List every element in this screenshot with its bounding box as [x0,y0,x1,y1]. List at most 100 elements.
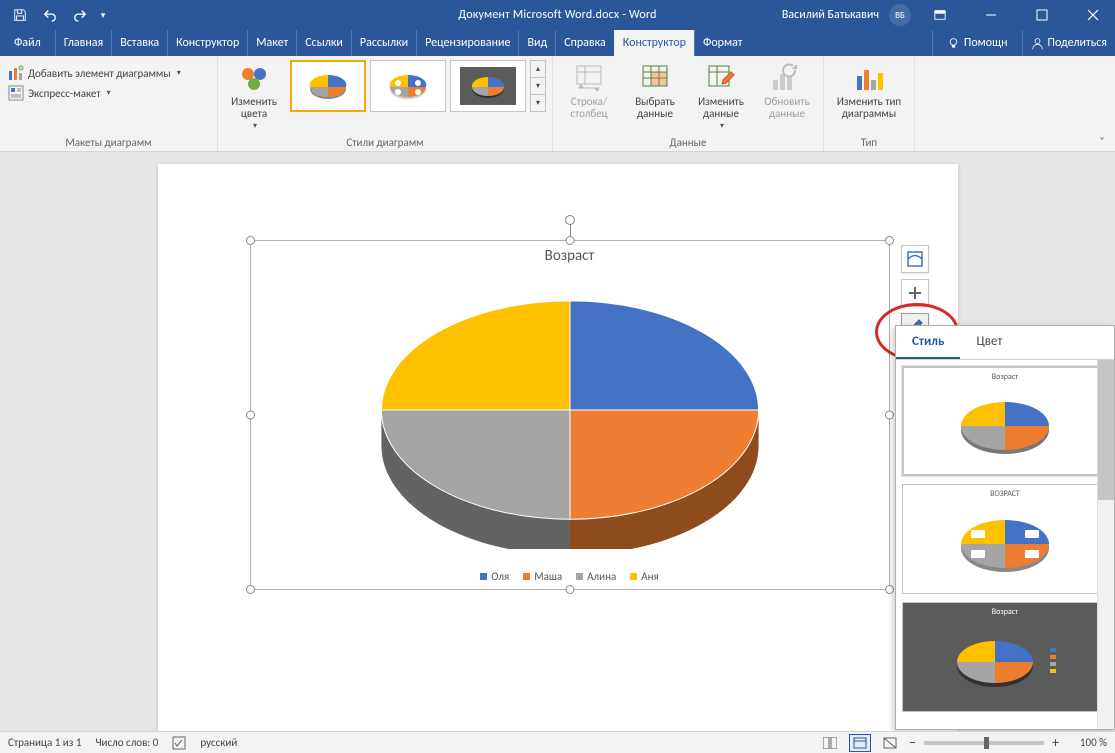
resize-handle[interactable] [246,585,255,594]
view-print-layout[interactable] [849,734,871,752]
select-data-icon [639,62,671,94]
tab-review[interactable]: Рецензирование [416,30,518,56]
share-button[interactable]: Поделиться [1022,30,1115,56]
flyout-style-2[interactable]: ВОЗРАСТ [902,484,1108,594]
legend-item[interactable]: Оля [480,570,509,583]
zoom-level[interactable]: 100 % [1067,736,1107,749]
save-button[interactable] [6,1,34,29]
resize-handle[interactable] [565,585,574,594]
tab-file[interactable]: Файл [0,30,55,56]
legend-label: Оля [491,570,509,583]
select-data-button[interactable]: Выбрать данные [625,60,685,120]
chart-title[interactable]: Возраст [251,247,889,265]
refresh-data-button: Обновить данные [757,60,817,120]
redo-button[interactable] [66,1,94,29]
change-chart-type-icon [853,62,885,94]
minimize-button[interactable] [968,0,1013,30]
view-read-mode[interactable] [819,734,841,752]
zoom-out-button[interactable]: − [909,734,916,751]
group-label-type: Тип [830,134,908,149]
plus-icon [906,284,924,302]
ribbon-panel: Добавить элемент диаграммы▾ Экспресс-мак… [0,56,1115,152]
group-label-layouts: Макеты диаграмм [6,134,211,149]
legend-swatch [523,573,530,580]
flyout-styles-list[interactable]: Возраст ВОЗРАСТ Возраст [896,360,1114,729]
undo-button[interactable] [36,1,64,29]
chart-style-1[interactable] [290,60,366,112]
title-bar: ▾ Документ Microsoft Word.docx - Word Ва… [0,0,1115,30]
resize-handle[interactable] [885,236,894,245]
tab-mailings[interactable]: Рассылки [351,30,416,56]
status-bar: Страница 1 из 1 Число слов: 0 русский − … [0,731,1115,753]
chart-legend[interactable]: Оля Маша Алина Аня [251,570,889,583]
chart-style-3[interactable] [450,60,526,112]
tab-chart-format[interactable]: Формат [694,30,750,56]
flyout-tab-color[interactable]: Цвет [960,326,1018,359]
tab-layout[interactable]: Макет [247,30,296,56]
flyout-style-1[interactable]: Возраст [902,366,1108,476]
close-button[interactable] [1070,0,1115,30]
chart-style-2[interactable] [370,60,446,112]
view-web-layout[interactable] [879,734,901,752]
status-page[interactable]: Страница 1 из 1 [8,736,81,749]
chart-object[interactable]: Возраст Оля Маша Алина Аня [250,240,890,590]
rotate-handle[interactable] [565,215,575,225]
resize-handle[interactable] [246,236,255,245]
group-label-data: Данные [559,134,817,149]
flyout-scrollbar[interactable] [1097,360,1114,729]
legend-label: Аня [641,570,658,583]
tab-help[interactable]: Справка [555,30,614,56]
change-chart-type-button[interactable]: Изменить тип диаграммы [830,60,908,120]
user-avatar[interactable]: ВБ [889,4,911,26]
quick-access-toolbar: ▾ [0,1,116,29]
status-word-count[interactable]: Число слов: 0 [95,736,158,749]
change-colors-button[interactable]: Изменить цвета▾ [224,60,284,131]
legend-label: Маша [534,570,562,583]
collapse-ribbon-button[interactable]: ˅ [1095,133,1109,147]
styles-gallery-expand[interactable]: ▴▾▾ [530,60,546,112]
tab-home[interactable]: Главная [55,30,111,56]
proofing-icon[interactable] [172,736,186,750]
quick-layout-icon [8,85,24,101]
edit-data-button[interactable]: Изменить данные▾ [691,60,751,131]
resize-handle[interactable] [565,236,574,245]
lightbulb-icon [947,37,960,50]
legend-item[interactable]: Аня [630,570,658,583]
add-element-icon [8,65,24,81]
quick-layout-button[interactable]: Экспресс-макет▾ [6,84,183,102]
tab-view[interactable]: Вид [518,30,555,56]
qat-customize[interactable]: ▾ [96,1,110,29]
flyout-tab-style[interactable]: Стиль [896,326,960,359]
chart-layout-options-button[interactable] [901,245,929,273]
ribbon-tabs: Файл Главная Вставка Конструктор Макет С… [0,30,1115,56]
legend-item[interactable]: Алина [576,570,616,583]
legend-item[interactable]: Маша [523,570,562,583]
tab-references[interactable]: Ссылки [296,30,351,56]
layout-options-icon [906,250,924,268]
pie-chart[interactable] [331,281,809,549]
resize-handle[interactable] [885,585,894,594]
legend-swatch [630,573,637,580]
legend-swatch [576,573,583,580]
zoom-in-button[interactable]: + [1052,734,1059,751]
change-colors-icon [238,62,270,94]
flyout-style-3[interactable]: Возраст [902,602,1108,712]
switch-row-column-icon [573,62,605,94]
maximize-button[interactable] [1019,0,1064,30]
tell-me[interactable]: Помощн [932,30,1022,56]
legend-label: Алина [587,570,616,583]
user-name[interactable]: Василий Батькавич [782,8,883,22]
tab-chart-design[interactable]: Конструктор [614,30,694,56]
chart-elements-button[interactable] [901,279,929,307]
resize-handle[interactable] [885,411,894,420]
add-chart-element-button[interactable]: Добавить элемент диаграммы▾ [6,64,183,82]
legend-swatch [480,573,487,580]
status-language[interactable]: русский [200,736,237,749]
tab-design[interactable]: Конструктор [167,30,247,56]
person-icon [1031,37,1044,50]
edit-data-icon [705,62,737,94]
zoom-slider[interactable] [924,741,1044,745]
ribbon-display-options[interactable] [917,0,962,30]
resize-handle[interactable] [246,411,255,420]
tab-insert[interactable]: Вставка [111,30,167,56]
